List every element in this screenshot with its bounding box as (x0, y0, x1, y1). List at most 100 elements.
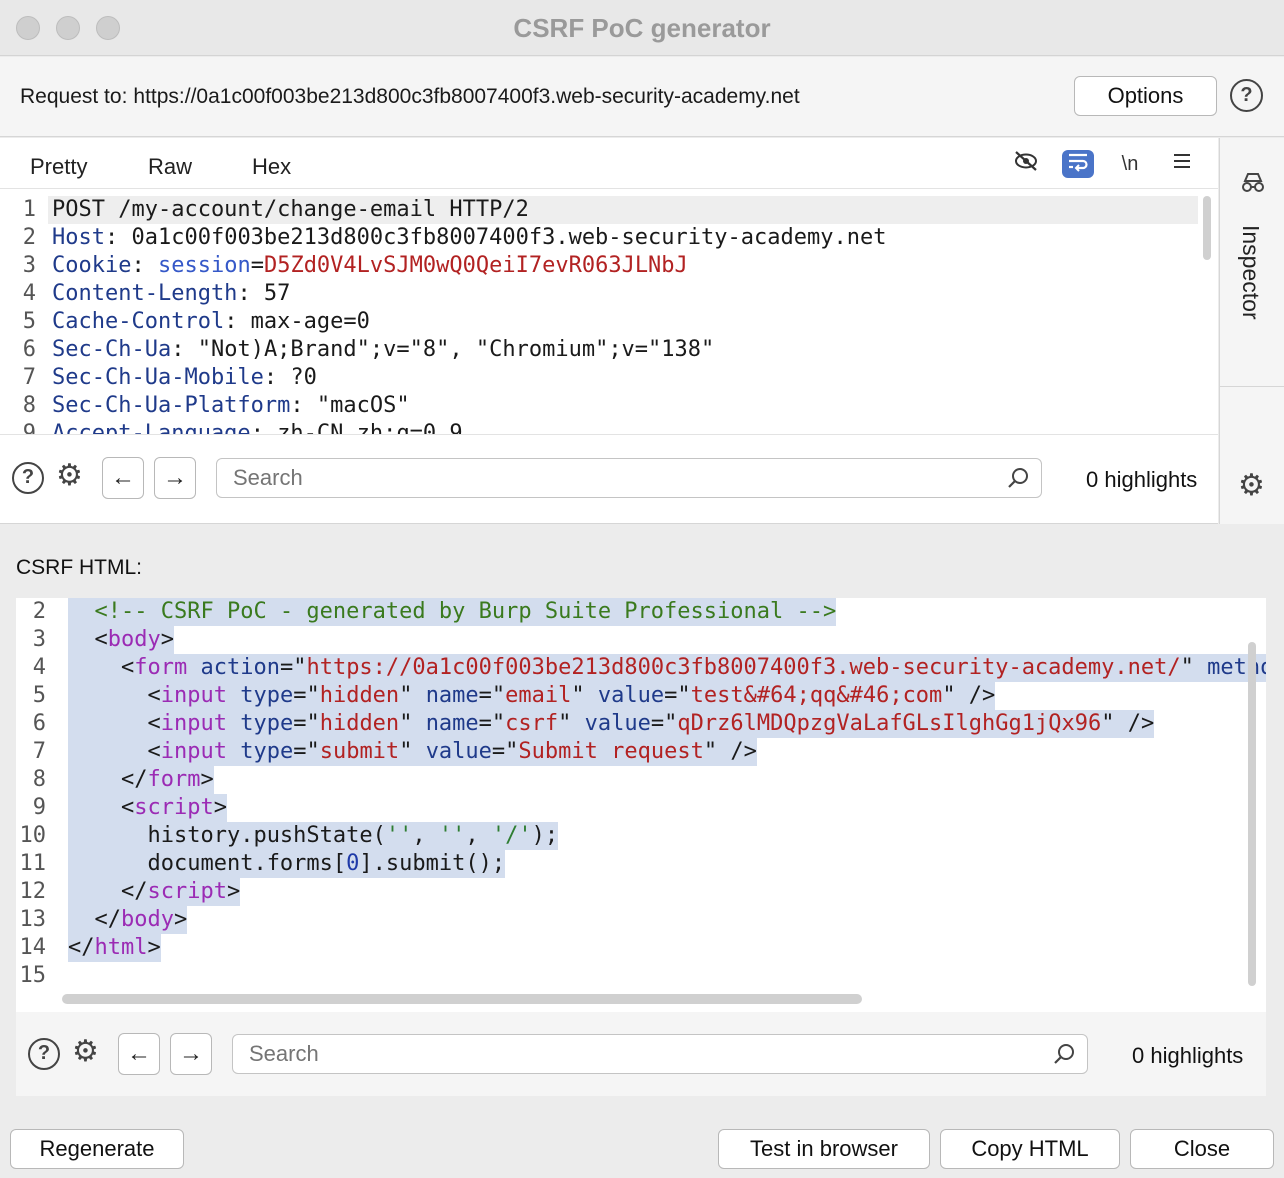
line-number: 8 (22, 393, 36, 418)
gear-icon[interactable]: ⚙ (56, 458, 83, 493)
line-number: 1 (22, 197, 36, 222)
cookie-value: D5Zd0V4LvSJM0wQ0QeiI7evR063JLNbJ (263, 253, 688, 278)
line-number: 5 (22, 309, 36, 334)
code-line: <input type="hidden" name="csrf" value="… (68, 710, 1155, 738)
line-number: 3 (32, 627, 46, 652)
header-value: "Not)A;Brand";v="8", "Chromium";v="138" (184, 337, 715, 362)
line-number: 10 (19, 823, 47, 848)
wrap-lines-icon[interactable] (1062, 150, 1094, 178)
search-icon (1052, 1042, 1076, 1072)
code-line: <!-- CSRF PoC - generated by Burp Suite … (68, 598, 837, 626)
highlights-count: 0 highlights (1086, 467, 1198, 492)
code-line: <script> (68, 794, 227, 822)
title-bar: CSRF PoC generator (0, 0, 1284, 56)
form-index: 0 (346, 851, 360, 876)
hide-icon[interactable] (1010, 150, 1042, 178)
tab-hex[interactable]: Hex (252, 154, 291, 180)
dialog-buttons: Regenerate Test in browser Copy HTML Clo… (0, 1100, 1284, 1178)
form-action-url: https://0a1c00f003be213d800c3fb8007400f3… (306, 655, 1181, 680)
vertical-scrollbar[interactable] (1248, 642, 1256, 986)
code-line: document.forms[0].submit(); (68, 850, 506, 878)
code-line: <input type="submit" value="Submit reque… (68, 738, 757, 766)
header-value: max-age=0 (237, 309, 370, 334)
request-code[interactable]: 1 POST /my-account/change-email HTTP/2 2H… (0, 194, 1200, 434)
next-arrow-icon[interactable]: → (170, 1033, 212, 1075)
options-button[interactable]: Options (1074, 76, 1217, 116)
line-number: 6 (22, 337, 36, 362)
csrf-token-value: qDrz6lMDQpzgVaLafGLsIlghGg1jQx96 (677, 711, 1102, 736)
request-line: POST /my-account/change-email HTTP/2 (52, 197, 529, 222)
request-target: Request to: https://0a1c00f003be213d800c3… (20, 85, 806, 109)
line-number: 12 (19, 879, 47, 904)
newline-icon[interactable]: \n (1114, 150, 1146, 178)
code-line: <input type="hidden" name="email" value=… (68, 682, 996, 710)
code-line: </script> (68, 878, 241, 906)
search-icon (1006, 466, 1030, 496)
regenerate-button[interactable]: Regenerate (10, 1129, 184, 1169)
line-number: 4 (22, 281, 36, 306)
header-name: Sec-Ch-Ua-Mobile (52, 365, 264, 390)
settings-gear-icon[interactable]: ⚙ (1238, 468, 1265, 503)
window-title: CSRF PoC generator (513, 13, 771, 43)
highlights-count: 0 highlights (1132, 1043, 1244, 1068)
header-name: Content-Length (52, 281, 238, 306)
help-icon[interactable]: ? (12, 462, 44, 494)
header-value: "macOS" (303, 393, 410, 418)
copy-html-button[interactable]: Copy HTML (940, 1129, 1120, 1169)
previous-arrow-icon[interactable]: ← (118, 1033, 160, 1075)
wrap-glyph-icon (1069, 153, 1088, 172)
code-line: <body> (68, 626, 174, 654)
vertical-scrollbar[interactable] (1203, 196, 1211, 260)
line-number: 7 (32, 739, 46, 764)
help-icon[interactable]: ? (28, 1038, 60, 1070)
submit-call: document.forms[ (147, 851, 347, 876)
line-number: 13 (19, 907, 47, 932)
line-number: 8 (32, 767, 46, 792)
request-search-input[interactable] (216, 458, 1042, 498)
line-number: 2 (22, 225, 36, 250)
close-button[interactable]: Close (1130, 1129, 1274, 1169)
line-number: 4 (32, 655, 46, 680)
hamburger-icon (1174, 154, 1190, 168)
test-in-browser-button[interactable]: Test in browser (718, 1129, 930, 1169)
next-arrow-icon[interactable]: → (154, 457, 196, 499)
header-name: Sec-Ch-Ua-Platform (52, 393, 291, 418)
header-name: Sec-Ch-Ua (52, 337, 172, 362)
previous-arrow-icon[interactable]: ← (102, 457, 144, 499)
push-state-call: history.pushState( (147, 823, 386, 848)
inspector-label[interactable]: Inspector (1237, 225, 1264, 320)
header-name: Cache-Control (52, 309, 225, 334)
request-url: https://0a1c00f003be213d800c3fb8007400f3… (133, 85, 800, 108)
header-value: 0a1c00f003be213d800c3fb8007400f3.web-sec… (118, 225, 887, 250)
header-value: ?0 (277, 365, 317, 390)
code-line: <form action="https://0a1c00f003be213d80… (68, 654, 1266, 682)
header-value: 57 (250, 281, 291, 306)
csrf-search-input[interactable] (232, 1034, 1088, 1074)
tab-divider (0, 188, 1218, 189)
line-number: 11 (19, 851, 47, 876)
line-number: 9 (32, 795, 46, 820)
code-line: </form> (68, 766, 214, 794)
line-number: 5 (32, 683, 46, 708)
request-bar: Request to: https://0a1c00f003be213d800c3… (0, 57, 1284, 137)
cookie-name: session (157, 253, 251, 278)
line-number: 14 (19, 935, 47, 960)
header-name: Cookie (52, 253, 132, 278)
help-icon[interactable]: ? (1230, 79, 1263, 112)
line-number: 3 (22, 253, 36, 278)
divider (0, 434, 1218, 435)
inspector-icon[interactable] (1240, 172, 1266, 199)
eye-slash-icon (1015, 151, 1037, 171)
tab-pretty[interactable]: Pretty (30, 154, 87, 180)
menu-icon[interactable] (1166, 150, 1198, 178)
request-label: Request to: (20, 85, 128, 108)
html-comment: <!-- CSRF PoC - generated by Burp Suite … (94, 599, 837, 624)
divider (1220, 386, 1284, 387)
horizontal-scrollbar[interactable] (62, 994, 862, 1004)
line-number: 15 (19, 963, 47, 988)
csrf-html-editor[interactable]: 2 3 4 5 6 7 8 9 10 11 12 13 14 15 <!-- C… (16, 598, 1266, 1012)
header-name: Accept-Language (52, 421, 251, 434)
gear-icon[interactable]: ⚙ (72, 1034, 99, 1069)
header-value: zh-CN,zh;q=0.9 (263, 421, 463, 434)
tab-raw[interactable]: Raw (148, 154, 192, 180)
